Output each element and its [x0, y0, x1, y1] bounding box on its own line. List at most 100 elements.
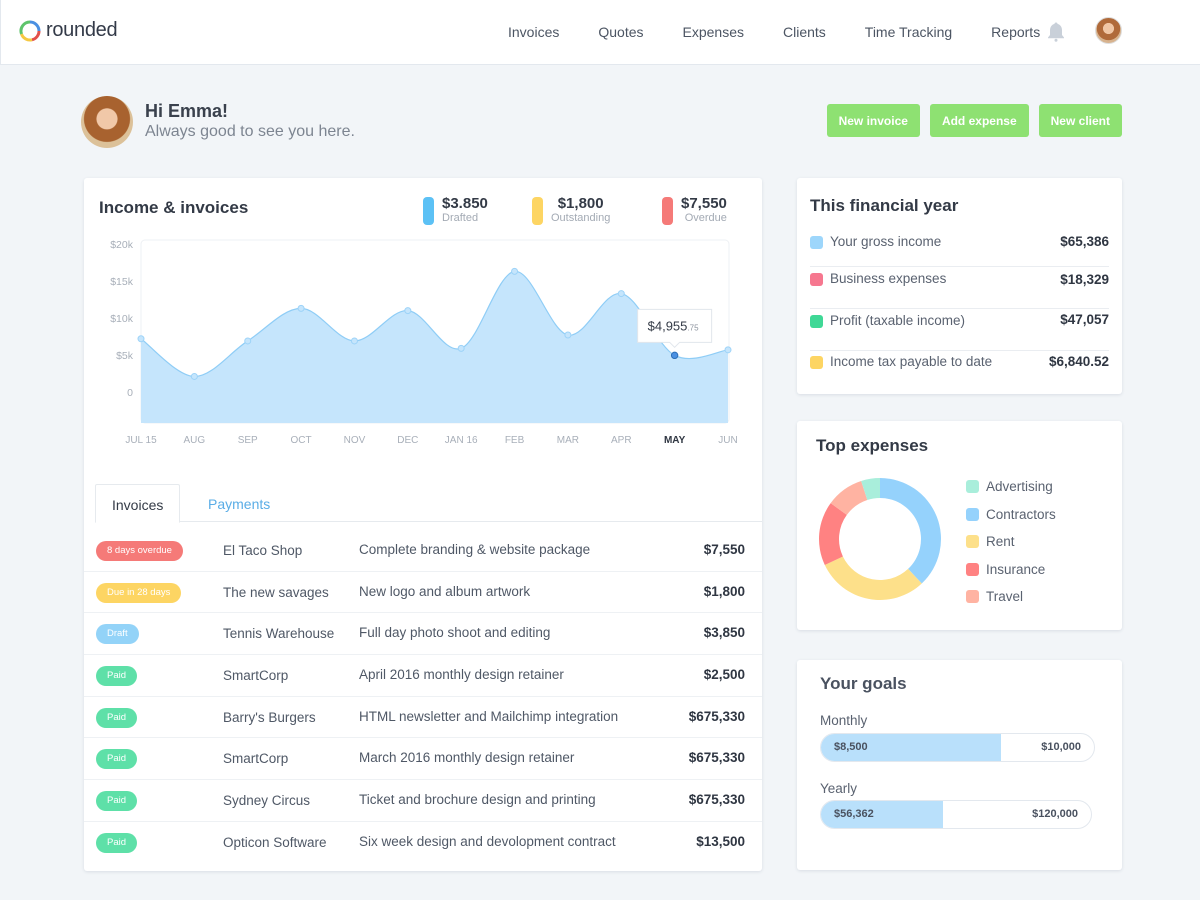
- main-nav: Invoices Quotes Expenses Clients Time Tr…: [508, 0, 1079, 64]
- invoice-client: El Taco Shop: [223, 543, 303, 558]
- legend-swatch: [966, 590, 979, 604]
- data-point[interactable]: [137, 335, 145, 343]
- legend-label: Advertising: [986, 479, 1053, 495]
- data-point[interactable]: [297, 304, 305, 312]
- data-point[interactable]: [724, 346, 732, 354]
- invoice-row[interactable]: Paid SmartCorp April 2016 monthly design r…: [84, 655, 762, 697]
- nav-invoices[interactable]: Invoices: [508, 24, 559, 40]
- data-point[interactable]: [350, 337, 358, 345]
- fy-label: Business expenses: [830, 271, 947, 286]
- fy-row-profit: Profit (taxable income) $47,057: [810, 309, 1109, 351]
- user-avatar[interactable]: [1095, 17, 1122, 44]
- x-tick-label: NOV: [344, 435, 366, 446]
- fy-value: $65,386: [1060, 234, 1109, 249]
- fy-label: Income tax payable to date: [830, 354, 993, 369]
- top-navigation-bar: rounded Invoices Quotes Expenses Clients…: [0, 0, 1200, 65]
- tab-payments[interactable]: Payments: [192, 484, 286, 523]
- x-tick-label: OCT: [291, 435, 312, 446]
- invoice-amount: $13,500: [696, 833, 745, 849]
- income-tax-swatch: [810, 356, 823, 369]
- invoice-description: Ticket and brochure design and printing: [359, 792, 596, 808]
- x-tick-label: SEP: [238, 435, 258, 446]
- donut-slice-rent[interactable]: [824, 556, 922, 600]
- legend-label: Rent: [986, 534, 1015, 550]
- data-point[interactable]: [564, 331, 572, 339]
- invoice-row[interactable]: Paid Opticon Software Six week design and …: [84, 822, 762, 864]
- nav-reports[interactable]: Reports: [991, 24, 1040, 40]
- x-tick-label: MAY: [664, 435, 686, 446]
- greeting-subtitle: Always good to see you here.: [145, 123, 355, 140]
- monthly-goal-label: Monthly: [820, 713, 868, 728]
- invoice-client: SmartCorp: [223, 668, 289, 684]
- legend-item-rent: Rent: [966, 528, 1056, 556]
- invoice-client: Tennis Warehouse: [223, 626, 335, 642]
- income-chart: $20k $15k $10k $5k 0 JUL 15 AUG SEP OCT NOV DEC JA…: [110, 239, 738, 446]
- stat-label: Outstanding: [551, 212, 611, 224]
- status-badge: Draft: [96, 624, 139, 645]
- invoice-description: April 2016 monthly design retainer: [359, 667, 564, 683]
- data-point[interactable]: [511, 267, 519, 275]
- data-point[interactable]: [617, 290, 625, 298]
- nav-quotes[interactable]: Quotes: [598, 24, 643, 40]
- legend-item-advertising: Advertising: [966, 473, 1056, 501]
- status-badge: Paid: [96, 791, 138, 812]
- legend-swatch: [966, 507, 979, 521]
- invoice-row[interactable]: Due in 28 days The new savages New logo an…: [84, 572, 762, 614]
- data-point[interactable]: [457, 344, 465, 352]
- invoice-amount: $3,850: [703, 625, 745, 641]
- logo-text: rounded: [46, 19, 118, 41]
- invoice-row[interactable]: 8 days overdue El Taco Shop Complete brand…: [84, 530, 762, 572]
- yearly-goal-progress: $56,362 $120,000: [820, 800, 1092, 829]
- logo[interactable]: rounded: [19, 19, 118, 42]
- fy-label: Your gross income: [830, 234, 942, 249]
- x-tick-label: FEB: [505, 435, 525, 446]
- data-point[interactable]: [670, 351, 679, 360]
- add-expense-button[interactable]: Add expense: [929, 104, 1029, 137]
- donut-slice-insurance[interactable]: [819, 503, 847, 565]
- data-point[interactable]: [404, 307, 412, 315]
- status-badge: Paid: [96, 749, 138, 770]
- chart-tooltip: $4,955.75: [637, 308, 713, 349]
- yearly-goal-label: Yearly: [820, 781, 858, 796]
- fy-row-business-expenses: Business expenses $18,329: [810, 267, 1109, 309]
- invoice-row[interactable]: Paid Barry's Burgers HTML newsletter and M…: [84, 697, 762, 739]
- x-tick-label: DEC: [397, 435, 418, 446]
- invoice-row[interactable]: Paid Sydney Circus Ticket and brochure des…: [84, 780, 762, 822]
- status-badge: Paid: [96, 666, 138, 687]
- new-invoice-button[interactable]: New invoice: [826, 104, 920, 137]
- invoice-row[interactable]: Paid SmartCorp March 2016 monthly design r…: [84, 738, 762, 781]
- y-tick-label: $10k: [110, 313, 134, 325]
- invoice-description: Six week design and devolopment contract: [359, 833, 616, 849]
- stat-value: $7,550: [681, 195, 727, 212]
- donut-slice-contractors[interactable]: [880, 478, 941, 584]
- quick-actions: New invoice Add expense New client: [826, 104, 1122, 137]
- fy-value: $18,329: [1060, 272, 1109, 287]
- invoice-amount: $7,550: [703, 542, 745, 557]
- legend-item-contractors: Contractors: [966, 501, 1056, 529]
- financial-year-title: This financial year: [810, 196, 959, 215]
- nav-expenses[interactable]: Expenses: [683, 24, 744, 40]
- y-tick-label: $15k: [110, 276, 134, 288]
- invoice-amount: $1,800: [703, 583, 745, 599]
- legend-item-travel: Travel: [966, 583, 1056, 611]
- financial-year-card: This financial year Your gross income $6…: [797, 178, 1122, 394]
- status-badge: Paid: [96, 707, 138, 728]
- nav-clients[interactable]: Clients: [783, 24, 826, 40]
- invoice-tabs: Invoices Payments: [95, 484, 762, 523]
- invoice-client: Sydney Circus: [223, 793, 311, 809]
- x-tick-label: JAN 16: [445, 435, 478, 446]
- stat-outstanding: $1,800 Outstanding: [532, 195, 610, 225]
- x-tick-label: JUN: [718, 435, 737, 446]
- invoice-row[interactable]: Draft Tennis Warehouse Full day photo shoo…: [84, 613, 762, 656]
- tab-invoices[interactable]: Invoices: [95, 484, 181, 523]
- data-point[interactable]: [244, 337, 252, 345]
- stat-drafted: $3.850 Drafted: [423, 195, 488, 225]
- bell-icon[interactable]: [1046, 21, 1066, 43]
- stat-value: $1,800: [557, 195, 604, 212]
- new-client-button[interactable]: New client: [1038, 104, 1122, 137]
- top-expenses-card: Top expenses Advertising Contractors Rent I…: [797, 421, 1122, 630]
- drafted-color-bar: [423, 197, 434, 225]
- gross-income-swatch: [810, 236, 823, 249]
- nav-time-tracking[interactable]: Time Tracking: [865, 24, 952, 40]
- data-point[interactable]: [190, 372, 198, 380]
